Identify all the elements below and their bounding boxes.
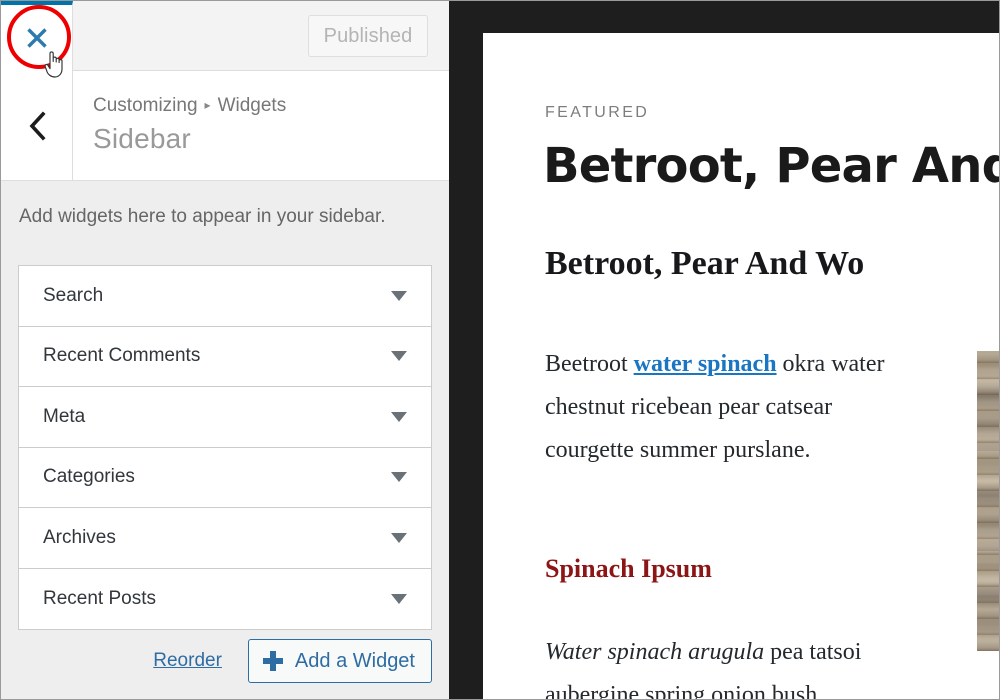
widget-item-recent-posts[interactable]: Recent Posts <box>19 568 431 629</box>
chevron-down-icon[interactable] <box>391 411 407 422</box>
widget-title: Search <box>43 284 104 306</box>
wordpress-customizer-panel: Published Customizing ▸ Widgets Sidebar Ad… <box>1 1 449 699</box>
chevron-down-icon[interactable] <box>391 351 407 362</box>
post-subheading: Spinach Ipsum <box>545 554 712 583</box>
paragraph-italic-lead: Water spinach arugula <box>545 639 765 665</box>
close-customizer-button[interactable] <box>1 1 73 71</box>
chevron-left-icon <box>26 110 48 141</box>
sidebar-description: Add widgets here to appear in your sideb… <box>19 206 386 227</box>
post-title: Betroot, Pear And Wo <box>545 245 865 282</box>
widgets-body: Add widgets here to appear in your sideb… <box>1 182 449 699</box>
screenshot-root: Published Customizing ▸ Widgets Sidebar Ad… <box>0 0 1000 700</box>
add-widget-button-label: Add a Widget <box>294 649 415 672</box>
widget-title: Recent Comments <box>43 345 201 367</box>
widget-title: Archives <box>43 526 116 548</box>
widget-list: Search Recent Comments Meta Categories A <box>18 265 432 630</box>
water-spinach-link[interactable]: water spinach <box>634 351 777 377</box>
chevron-down-icon[interactable] <box>391 290 407 301</box>
widget-item-categories[interactable]: Categories <box>19 447 431 508</box>
chevron-down-icon[interactable] <box>391 532 407 543</box>
featured-kicker: FEATURED <box>545 104 650 121</box>
widget-item-recent-comments[interactable]: Recent Comments <box>19 326 431 387</box>
widget-item-meta[interactable]: Meta <box>19 387 431 448</box>
publish-button[interactable]: Published <box>308 15 428 57</box>
widget-title: Meta <box>43 405 86 427</box>
chevron-down-icon[interactable] <box>391 472 407 483</box>
post-paragraph-1: Beetroot water spinach okra water chestn… <box>545 343 915 472</box>
widget-title: Recent Posts <box>43 587 156 609</box>
customizer-section-header: Customizing ▸ Widgets Sidebar <box>1 71 449 181</box>
breadcrumb-parent[interactable]: Widgets <box>218 95 287 116</box>
customizer-header: Published <box>1 1 449 71</box>
page-title: Sidebar <box>93 123 191 154</box>
wood-texture-image <box>977 351 999 651</box>
widget-item-search[interactable]: Search <box>19 266 431 327</box>
close-x-icon <box>24 25 50 51</box>
breadcrumb-separator-icon: ▸ <box>204 98 211 112</box>
back-button[interactable] <box>1 71 73 180</box>
add-widget-button[interactable]: Add a Widget <box>247 639 432 683</box>
site-preview-frame: FEATURED Betroot, Pear And Betroot, Pear… <box>449 1 999 699</box>
reorder-link[interactable]: Reorder <box>153 650 222 672</box>
widget-title: Categories <box>43 466 135 488</box>
plus-icon <box>262 651 283 671</box>
site-preview-page[interactable]: FEATURED Betroot, Pear And Betroot, Pear… <box>483 33 999 699</box>
widget-item-archives[interactable]: Archives <box>19 508 431 569</box>
breadcrumb: Customizing ▸ Widgets <box>93 95 286 117</box>
chevron-down-icon[interactable] <box>391 593 407 604</box>
post-paragraph-2: Water spinach arugula pea tatsoi aubergi… <box>545 631 915 699</box>
paragraph-text-before-link: Beetroot <box>545 351 634 377</box>
publish-button-label: Published <box>323 24 413 47</box>
widget-actions: Reorder Add a Widget <box>153 639 432 683</box>
site-title: Betroot, Pear And <box>543 138 999 194</box>
breadcrumb-root[interactable]: Customizing <box>93 95 198 116</box>
